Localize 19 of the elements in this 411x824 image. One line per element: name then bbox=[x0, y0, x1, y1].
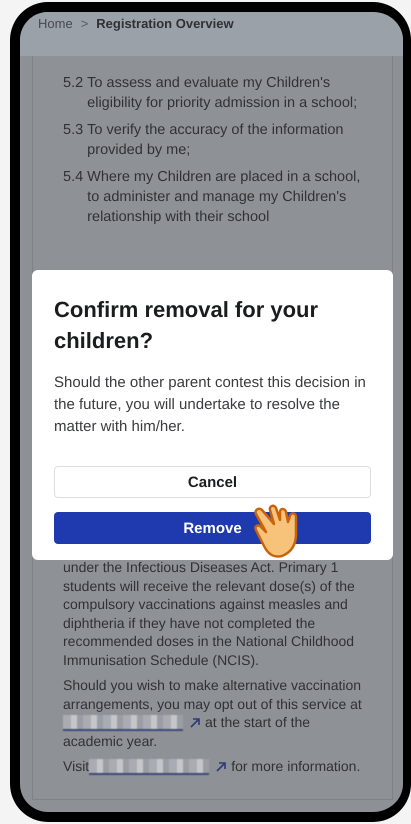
dialog-title: Confirm removal for your children? bbox=[54, 296, 320, 355]
clause-number: 5.3 bbox=[63, 121, 84, 140]
redacted-link[interactable] bbox=[89, 759, 210, 776]
breadcrumb-link[interactable]: Home bbox=[38, 16, 73, 31]
clause-text: Where my Children are placed in a school, to administer and manage my Children's relationship with their school bbox=[87, 168, 362, 227]
clause-number: 5.4 bbox=[63, 168, 84, 187]
redacted-link[interactable] bbox=[63, 715, 183, 732]
paragraph: under the Infectious Diseases Act. Primary 1 students will receive the relevant dose(s) of the compulsory vaccinations against measles and diphtheria if they have not completed the recommended doses in the National Childhood Immunisation Schedule (NCIS). bbox=[63, 558, 356, 669]
paragraph: Visit for more information. bbox=[63, 757, 362, 776]
external-link-icon bbox=[189, 717, 201, 730]
clause-text: To assess and evaluate my Children's eligibility for priority admission in a school; bbox=[87, 74, 358, 113]
breadcrumb-link[interactable]: Registration Overview bbox=[96, 16, 234, 31]
breadcrumb-separator: > bbox=[80, 16, 88, 31]
cancel-button[interactable]: Cancel bbox=[54, 466, 371, 498]
dialog-message: Should the other parent contest this decision in the future, you will undertake to resolve the matter with him/her. bbox=[54, 373, 367, 437]
paragraph: Should you wish to make alternative vaccination arrangements, you may opt out of this service at at the start of the academic year. bbox=[63, 676, 363, 750]
clause-number: 5.2 bbox=[63, 74, 84, 93]
external-link-icon bbox=[215, 761, 228, 774]
clause-text: To verify the accuracy of the information provided by me; bbox=[87, 121, 344, 160]
